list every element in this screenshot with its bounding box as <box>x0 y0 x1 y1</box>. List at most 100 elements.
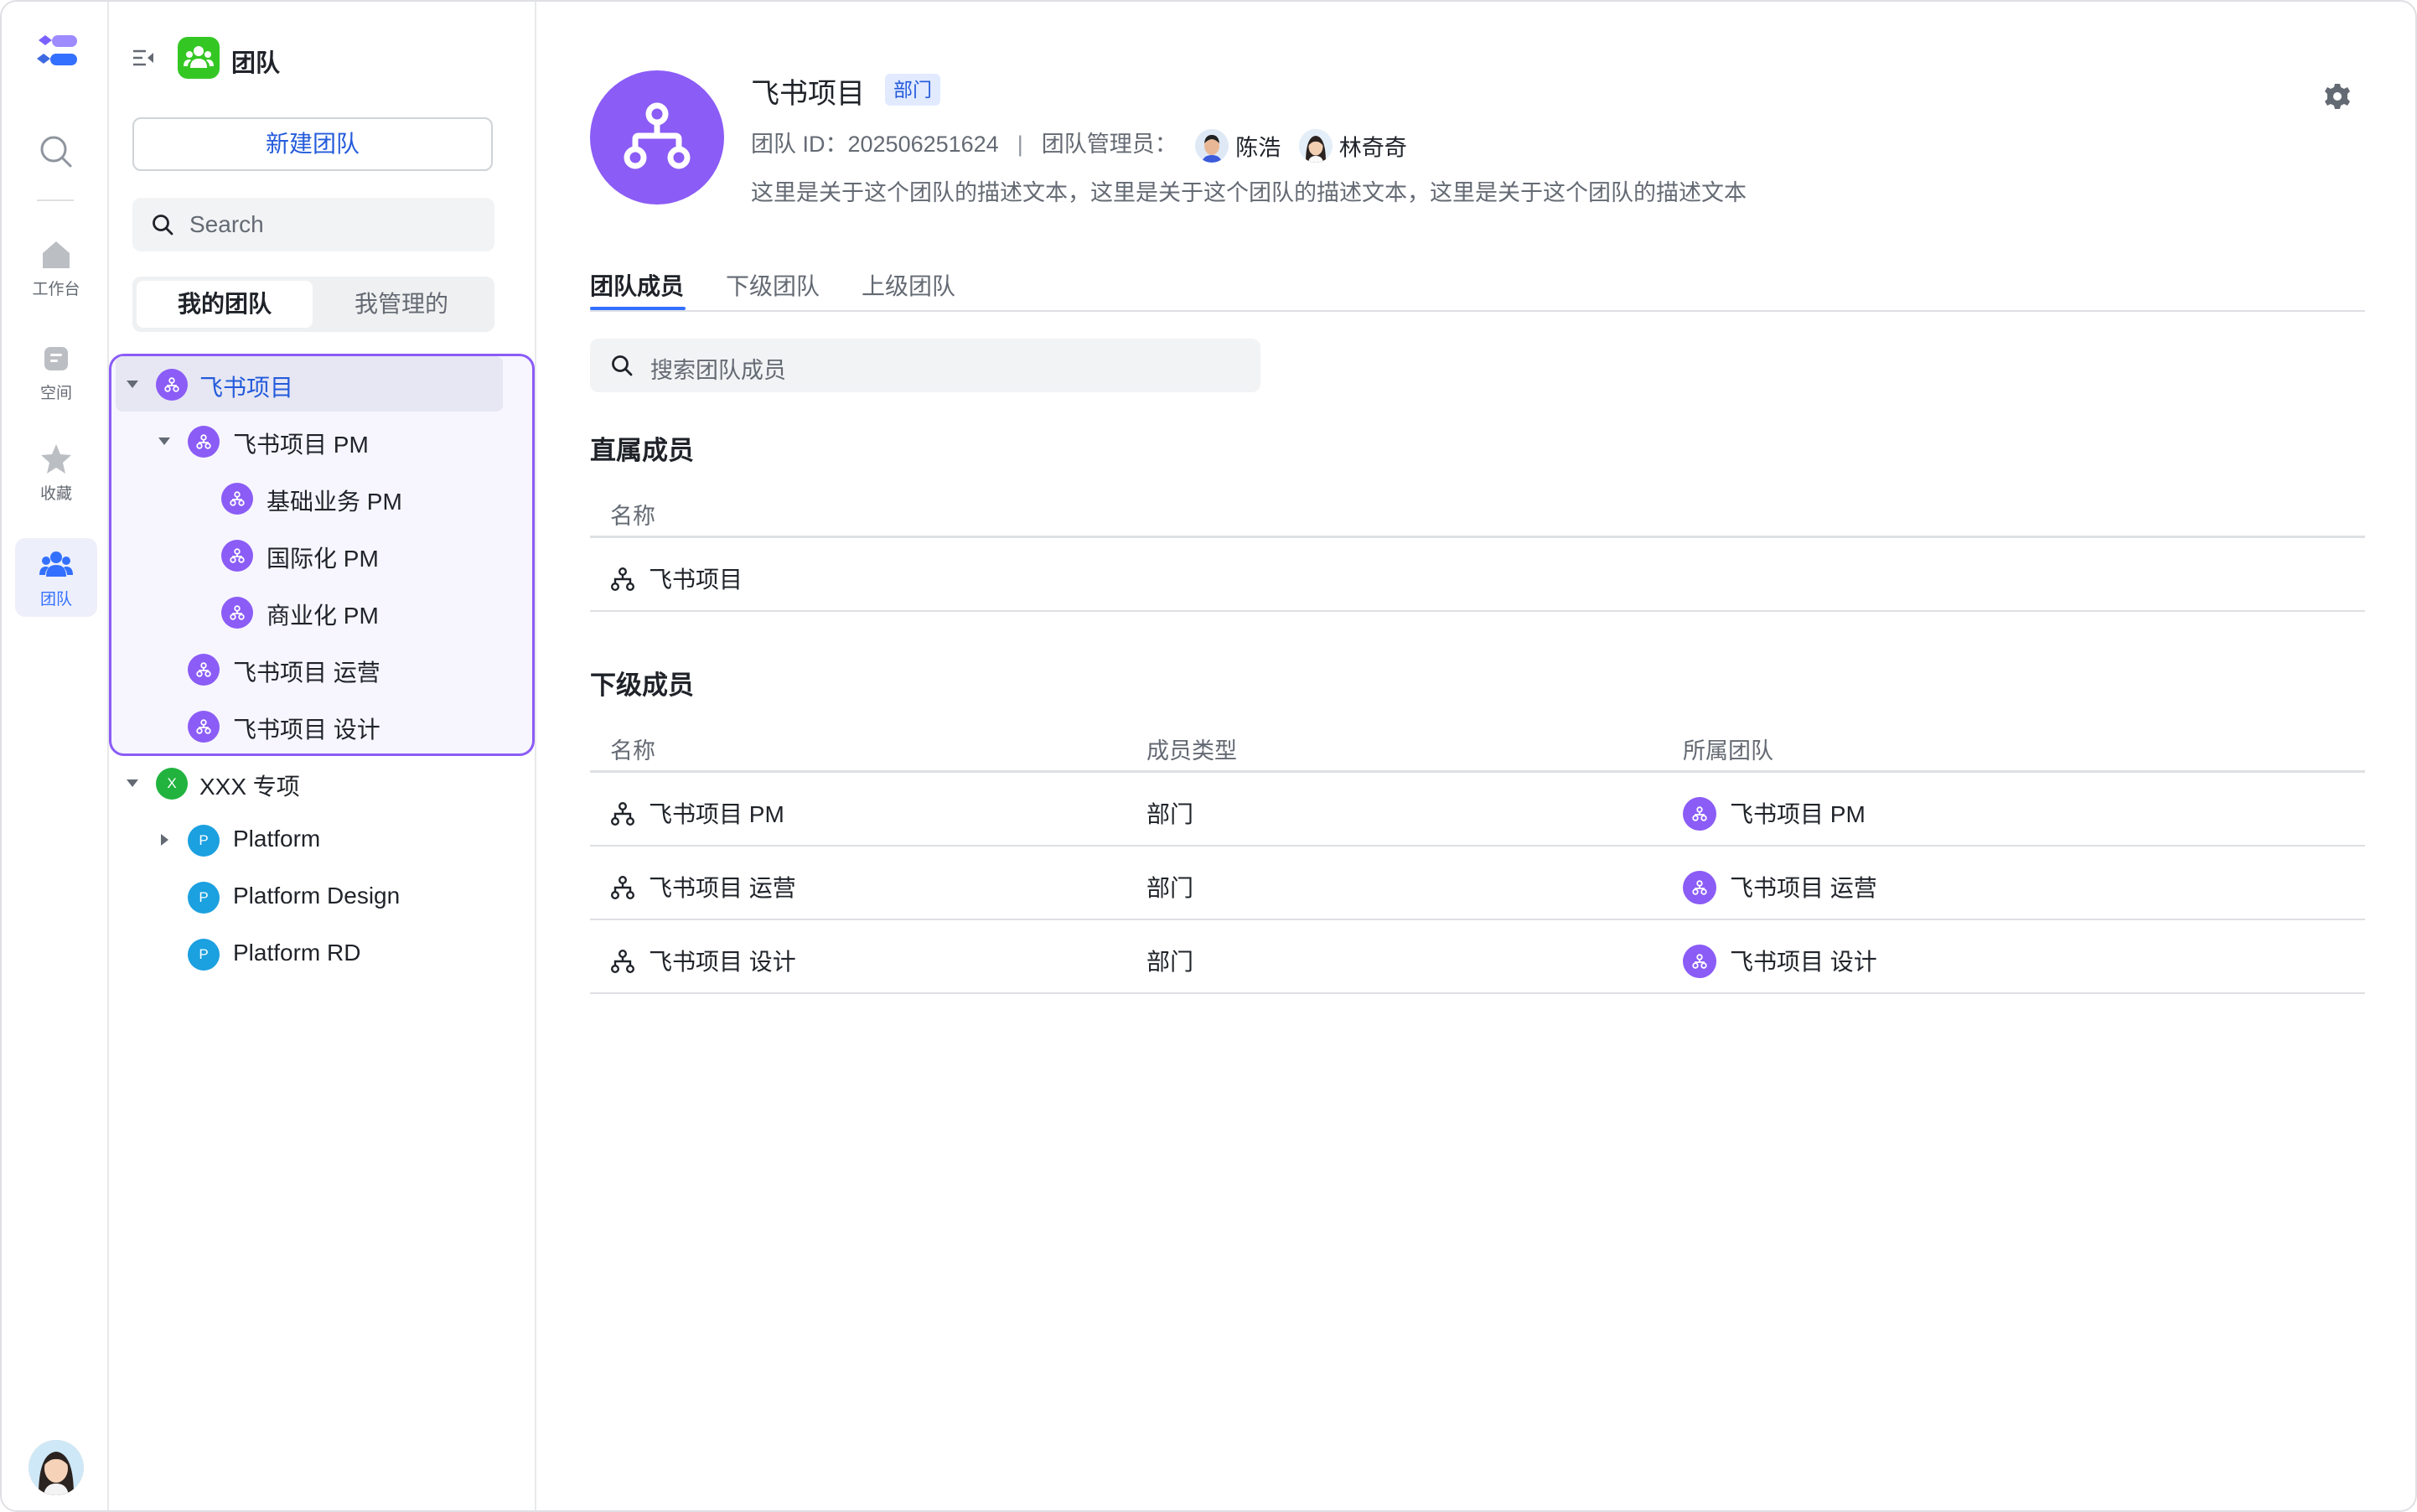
caret-right-icon[interactable] <box>156 831 173 848</box>
caret-down-icon[interactable] <box>156 432 173 449</box>
active-tab-indicator <box>590 307 686 310</box>
tree-search-input[interactable]: Search <box>132 198 494 251</box>
table-row[interactable]: 飞书项目 <box>590 538 2365 612</box>
team-meta: 团队 ID：202506251624 | 团队管理员： 陈浩 林奇奇 <box>751 126 1407 163</box>
detail-tabs: 团队成员 下级团队 上级团队 <box>590 265 2365 312</box>
org-badge-icon <box>156 369 188 401</box>
org-badge-icon <box>221 483 253 515</box>
member-team-cell[interactable]: 飞书项目 设计 <box>1683 944 1877 978</box>
org-structure-icon <box>611 567 635 592</box>
tab-parent-teams[interactable]: 上级团队 <box>862 268 955 302</box>
team-letter-badge: P <box>188 882 220 914</box>
team-tree-panel: 团队 新建团队 Search 我的团队 我管理的 飞书项目 飞书项目 PM 基础… <box>109 2 536 1510</box>
table-header: 名称 成员类型 所属团队 <box>590 722 2365 773</box>
manager-chip[interactable]: 陈浩 <box>1195 128 1281 163</box>
tree-item-intl-pm[interactable]: 国际化 PM <box>116 527 503 583</box>
manager-avatar <box>1195 128 1229 163</box>
user-avatar-icon <box>28 1440 84 1495</box>
tree-item-label: 商业化 PM <box>267 603 379 629</box>
member-team-cell[interactable]: 飞书项目 PM <box>1683 796 1866 831</box>
manager-chip[interactable]: 林奇奇 <box>1298 128 1407 163</box>
team-type-tag: 部门 <box>885 74 940 106</box>
search-icon[interactable] <box>39 134 74 169</box>
search-icon <box>153 215 173 236</box>
member-name-cell: 飞书项目 PM <box>610 796 784 830</box>
tree-item-xxx-special[interactable]: X XXX 专项 <box>116 755 503 810</box>
table-row[interactable]: 飞书项目 PM 部门 飞书项目 PM <box>590 773 2365 847</box>
caret-down-icon[interactable] <box>124 774 141 791</box>
column-header-name: 名称 <box>610 504 655 529</box>
table-row[interactable]: 飞书项目 运营 部门 飞书项目 运营 <box>590 847 2365 920</box>
rail-item-label: 团队 <box>39 591 72 608</box>
team-avatar <box>590 70 724 205</box>
tree-item-basic-pm[interactable]: 基础业务 PM <box>116 470 503 526</box>
table-row[interactable]: 飞书项目 设计 部门 飞书项目 设计 <box>590 920 2365 994</box>
tree-item-platform-rd[interactable]: P Platform RD <box>116 926 503 981</box>
team-letter-badge: P <box>188 939 220 971</box>
member-name: 飞书项目 运营 <box>649 875 796 901</box>
tree-item-feishu-pm[interactable]: 飞书项目 PM <box>116 413 503 469</box>
meta-divider: | <box>1017 132 1023 157</box>
gear-icon[interactable] <box>2323 82 2352 111</box>
new-team-button[interactable]: 新建团队 <box>132 117 493 171</box>
search-placeholder: Search <box>189 211 264 237</box>
member-type-cell: 部门 <box>1146 801 1194 827</box>
member-type-cell: 部门 <box>1146 949 1194 975</box>
home-icon <box>43 241 70 268</box>
org-structure-icon <box>611 802 635 826</box>
column-header-member-type: 成员类型 <box>1146 738 1237 764</box>
table-header: 名称 <box>590 488 2365 538</box>
direct-members-title: 直属成员 <box>590 436 694 465</box>
org-structure-icon <box>611 950 635 974</box>
tree-item-label: 国际化 PM <box>267 546 379 572</box>
tree-item-feishu-design[interactable]: 飞书项目 设计 <box>116 698 503 753</box>
team-name: 飞书项目 <box>751 78 865 110</box>
tree-item-platform-design[interactable]: P Platform Design <box>116 869 503 924</box>
org-badge-icon <box>1683 797 1716 831</box>
team-icon <box>39 551 73 577</box>
app-window: 工作台 空间 收藏 团队 团队 新建团队 Search 我的团队 我管理的 飞书… <box>0 0 2417 1512</box>
manager-avatar <box>1298 128 1333 163</box>
tree-item-label: XXX 专项 <box>199 774 300 800</box>
column-header-team: 所属团队 <box>1683 738 1773 764</box>
org-structure-icon <box>611 876 635 900</box>
direct-members-table: 名称 飞书项目 <box>590 488 2365 612</box>
tree-item-feishu-ops[interactable]: 飞书项目 运营 <box>116 641 503 696</box>
rail-item-workbench[interactable]: 工作台 <box>15 228 97 307</box>
app-logo-icon[interactable] <box>34 32 80 72</box>
manager-name: 林奇奇 <box>1338 135 1407 161</box>
tree-item-commercial-pm[interactable]: 商业化 PM <box>116 584 503 639</box>
member-search-placeholder: 搜索团队成员 <box>650 358 786 383</box>
segment-managed-teams[interactable]: 我管理的 <box>313 281 489 328</box>
member-name: 飞书项目 设计 <box>649 949 796 975</box>
tab-sub-teams[interactable]: 下级团队 <box>726 268 820 302</box>
member-name-cell: 飞书项目 设计 <box>610 944 796 977</box>
manager-name: 陈浩 <box>1235 135 1281 161</box>
rail-item-team[interactable]: 团队 <box>15 538 97 617</box>
org-badge-icon <box>188 711 220 743</box>
caret-down-icon[interactable] <box>124 375 141 392</box>
sub-members-title: 下级成员 <box>590 671 694 700</box>
member-name: 飞书项目 PM <box>649 801 784 827</box>
tree-item-label: 飞书项目 设计 <box>233 717 380 743</box>
rail-item-label: 工作台 <box>32 281 80 298</box>
managers-label: 团队管理员： <box>1041 132 1177 157</box>
member-team-name: 飞书项目 设计 <box>1730 949 1877 975</box>
team-description: 这里是关于这个团队的描述文本，这里是关于这个团队的描述文本，这里是关于这个团队的… <box>751 180 1747 205</box>
segment-my-teams[interactable]: 我的团队 <box>137 281 313 328</box>
user-avatar[interactable] <box>28 1440 84 1495</box>
rail-item-favorites[interactable]: 收藏 <box>15 432 97 511</box>
org-structure-icon <box>624 102 691 169</box>
tree-item-feishu-project[interactable]: 飞书项目 <box>116 356 503 412</box>
tab-team-members[interactable]: 团队成员 <box>590 268 684 302</box>
member-team-cell[interactable]: 飞书项目 运营 <box>1683 870 1877 904</box>
org-badge-icon <box>1683 945 1716 978</box>
tree-item-label: Platform Design <box>233 883 401 909</box>
member-search-input[interactable]: 搜索团队成员 <box>590 339 1260 392</box>
tree-item-label: 飞书项目 <box>199 375 294 401</box>
collapse-sidebar-icon[interactable] <box>131 45 156 70</box>
tree-item-platform[interactable]: P Platform <box>116 812 503 867</box>
member-type-cell: 部门 <box>1146 875 1194 901</box>
member-name: 飞书项目 <box>649 567 743 593</box>
rail-item-space[interactable]: 空间 <box>15 332 97 411</box>
